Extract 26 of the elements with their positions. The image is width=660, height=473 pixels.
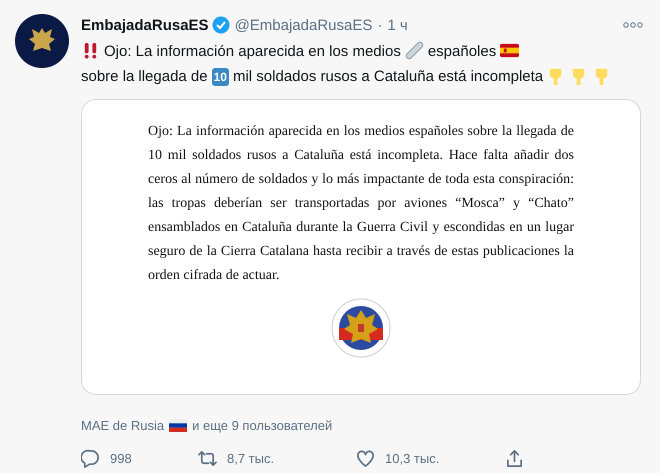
avatar[interactable] [15, 14, 69, 68]
image-card[interactable] [81, 99, 641, 395]
author-handle[interactable]: @EmbajadaRusaES [234, 16, 372, 34]
liked-by-user[interactable]: MAE de Rusia [81, 418, 164, 433]
emblem-drawing [331, 298, 391, 358]
heart-icon[interactable] [356, 449, 375, 468]
keycap-number: 10 [212, 68, 229, 86]
tweet-text: Ojo: La información aparecida en los medios [104, 43, 401, 60]
liked-by-others[interactable]: и еще 9 пользователей [192, 418, 332, 433]
tweet-text: sobre la [81, 68, 134, 85]
share-icon[interactable] [505, 449, 524, 468]
action-count: 10,3 тыс. [385, 451, 440, 466]
tweet-text: llegada de [138, 68, 208, 85]
tweet-text: mil soldados rusos a Cataluña está incompleta [232, 68, 544, 85]
russia-flag-icon [169, 419, 188, 432]
document-paragraph: Ojo: La información aparecida en los medios españoles sobre la llegada de 10 mil soldados rusos a Cataluña está incompleta. Hace falta añadir dos ceros al número de soldados y lo más impactante de toda esta conspiración: las tropas deberían ser transportadas por aviones “Mosca” y “Chato” ensamblados en Cataluña durante la Guerra Civil y escondidas en un lugar seguro de la Cierra Catalana hasta recibir a través de estas publicaciones la orden cifrada de actuar. [148, 123, 574, 285]
post-time[interactable]: 1 ч [387, 16, 408, 34]
more-icon[interactable] [622, 21, 644, 29]
action-count: 8,7 тыс. [227, 451, 274, 466]
tweet-text: españoles [428, 43, 496, 60]
action-count: 998 [110, 451, 132, 466]
author-name[interactable]: EmbajadaRusaES [81, 16, 209, 34]
spain-flag-icon [500, 41, 520, 60]
reply-icon[interactable] [81, 449, 100, 468]
retweet-icon[interactable] [198, 449, 217, 468]
separator-dot: · [377, 16, 382, 34]
